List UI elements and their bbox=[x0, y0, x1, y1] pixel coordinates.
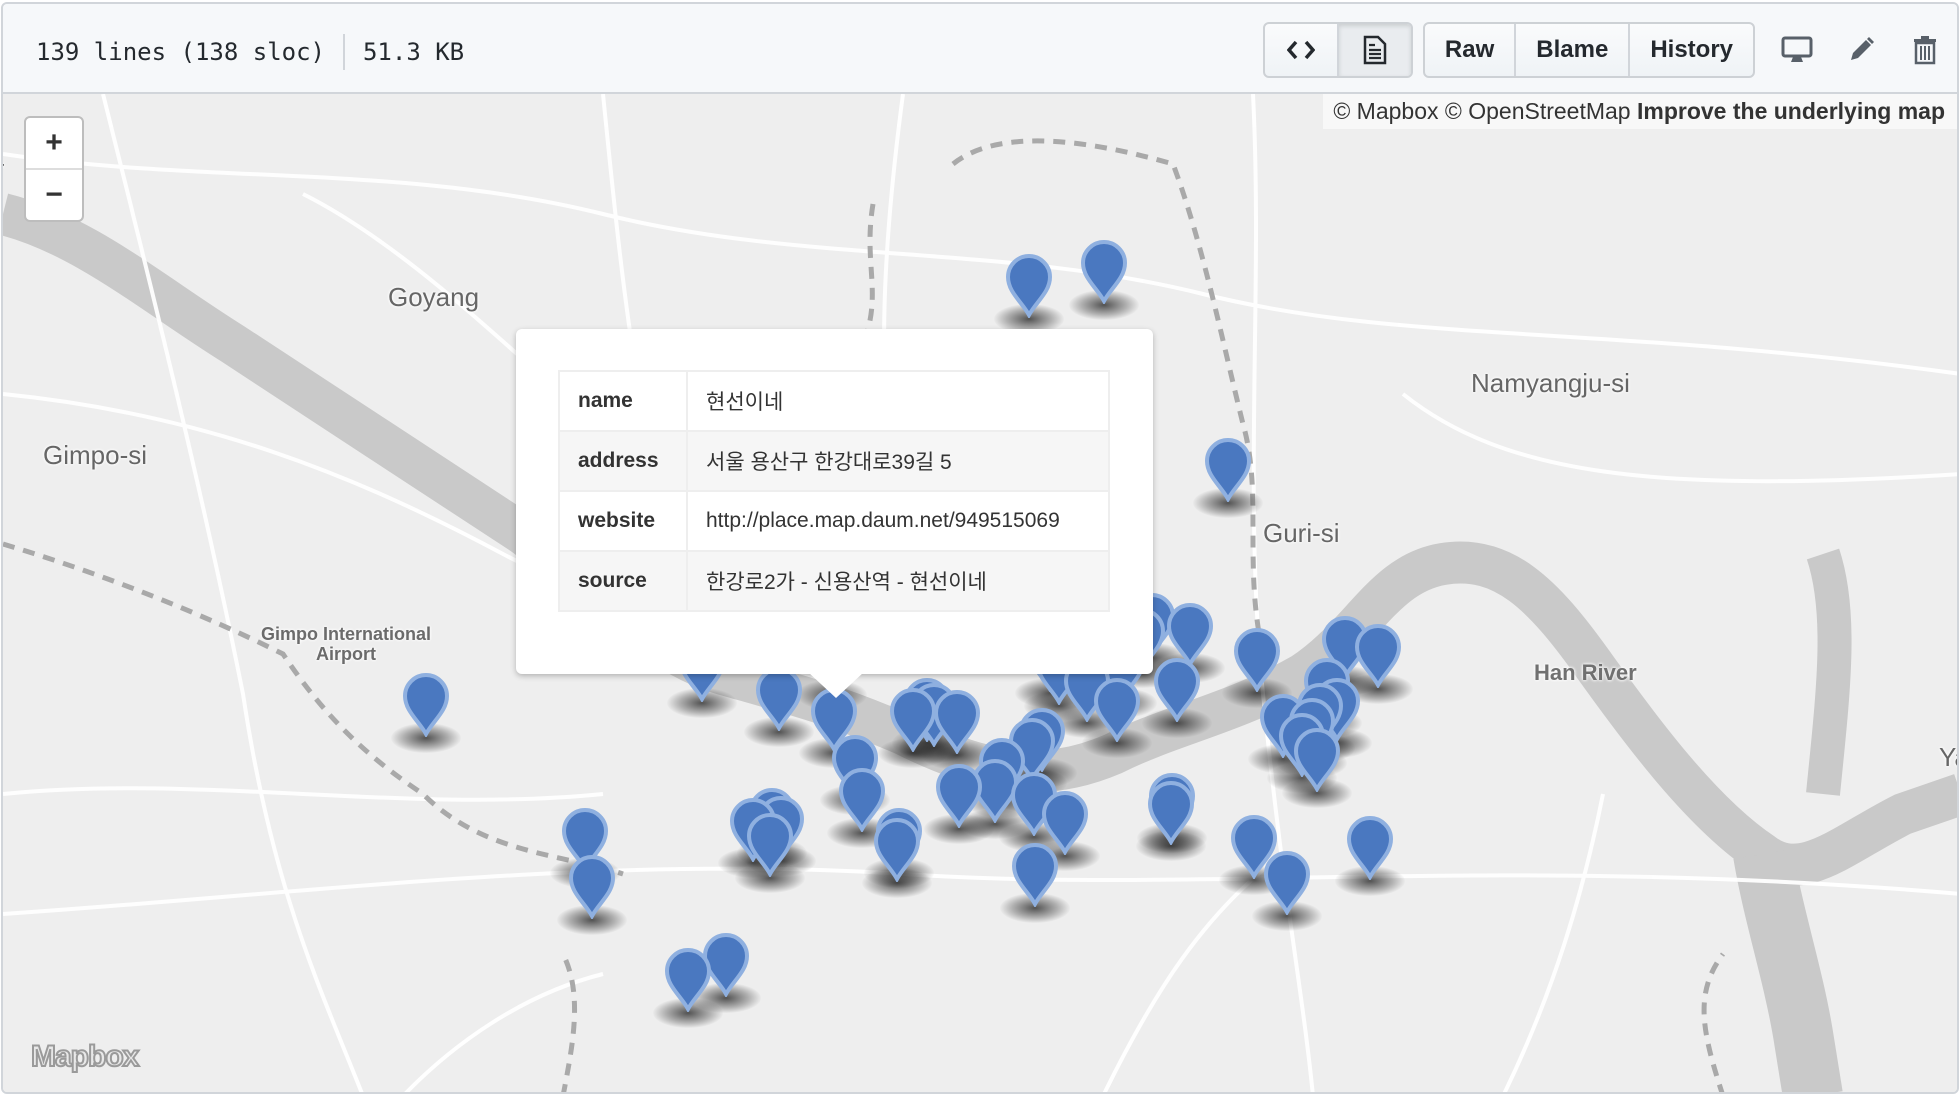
map-pin-icon bbox=[664, 948, 712, 1014]
map-pin-icon bbox=[1293, 728, 1341, 794]
blame-button[interactable]: Blame bbox=[1516, 24, 1631, 76]
file-actions: Raw Blame History bbox=[1262, 22, 1957, 78]
map-label-goyang: Goyang bbox=[388, 282, 480, 312]
feature-popup: name 현선이네 address 서울 용산구 한강대로39길 5 websi… bbox=[516, 329, 1153, 674]
property-key: name bbox=[558, 370, 688, 432]
table-row: name 현선이네 bbox=[558, 370, 1110, 432]
map-view[interactable]: r Goyang Gimpo-si Gimpo International Ai… bbox=[3, 94, 1957, 1092]
history-button[interactable]: History bbox=[1630, 24, 1753, 76]
map-marker[interactable] bbox=[567, 853, 617, 921]
map-label-namyangju: Namyangju-si bbox=[1471, 368, 1630, 398]
file-viewer: 139 lines (138 sloc) 51.3 KB Raw Blame H… bbox=[1, 2, 1959, 1094]
map-marker[interactable] bbox=[401, 671, 451, 739]
map-pin-icon bbox=[1233, 628, 1281, 694]
file-info: 139 lines (138 sloc) 51.3 KB bbox=[36, 34, 464, 70]
map-marker[interactable] bbox=[1292, 726, 1342, 794]
code-icon bbox=[1286, 40, 1315, 60]
map-marker[interactable] bbox=[1232, 626, 1282, 694]
map-pin-icon bbox=[933, 690, 981, 756]
map-pin-icon bbox=[1011, 843, 1059, 909]
raw-button[interactable]: Raw bbox=[1425, 24, 1517, 76]
trash-icon bbox=[1914, 36, 1936, 65]
edit-button[interactable] bbox=[1829, 22, 1893, 78]
table-row: source 한강로2가 - 신용산역 - 현선이네 bbox=[558, 550, 1110, 612]
source-view-button[interactable] bbox=[1265, 24, 1339, 76]
map-marker[interactable] bbox=[1079, 238, 1129, 306]
property-value: 한강로2가 - 신용산역 - 현선이네 bbox=[686, 550, 1110, 612]
map-marker[interactable] bbox=[663, 946, 713, 1014]
map-pin-icon bbox=[755, 667, 803, 733]
map-pin-icon bbox=[873, 818, 921, 884]
table-row: address 서울 용산구 한강대로39길 5 bbox=[558, 430, 1110, 492]
property-key: website bbox=[558, 490, 688, 552]
file-buttons: Raw Blame History bbox=[1422, 22, 1755, 78]
map-marker[interactable] bbox=[745, 811, 795, 879]
map-pin-icon bbox=[1346, 816, 1394, 882]
feature-properties-table: name 현선이네 address 서울 용산구 한강대로39길 5 websi… bbox=[558, 370, 1110, 612]
map-marker[interactable] bbox=[1010, 841, 1060, 909]
map-label-gimpo: Gimpo-si bbox=[43, 440, 148, 470]
map-marker[interactable] bbox=[1146, 779, 1196, 847]
property-value: 서울 용산구 한강대로39길 5 bbox=[686, 430, 1110, 492]
property-key: source bbox=[558, 550, 688, 612]
map-pin-icon bbox=[1005, 254, 1053, 320]
map-pin-icon bbox=[746, 813, 794, 879]
property-value: http://place.map.daum.net/949515069 bbox=[686, 490, 1110, 552]
popup-tip bbox=[808, 672, 864, 698]
desktop-button[interactable] bbox=[1765, 22, 1829, 78]
map-marker[interactable] bbox=[932, 688, 982, 756]
map-pin-icon bbox=[1263, 851, 1311, 917]
zoom-out-button[interactable]: − bbox=[26, 168, 82, 220]
map-label-airport: Gimpo International Airport bbox=[261, 624, 431, 664]
mapbox-attribution-link[interactable]: © Mapbox bbox=[1333, 98, 1438, 124]
improve-map-link[interactable]: Improve the underlying map bbox=[1637, 98, 1945, 124]
zoom-control: + − bbox=[24, 116, 84, 222]
map-marker[interactable] bbox=[888, 686, 938, 754]
map-label-edge-left: r bbox=[3, 156, 4, 182]
mapbox-logo[interactable]: Mapbox bbox=[30, 1039, 140, 1074]
file-icon bbox=[1363, 35, 1387, 65]
delete-button[interactable] bbox=[1893, 22, 1957, 78]
property-key: address bbox=[558, 430, 688, 492]
map-marker[interactable] bbox=[1004, 252, 1054, 320]
desktop-icon bbox=[1781, 36, 1813, 62]
map-marker[interactable] bbox=[872, 816, 922, 884]
map-marker[interactable] bbox=[934, 762, 984, 830]
map-pin-icon bbox=[402, 673, 450, 739]
file-size: 51.3 KB bbox=[362, 38, 465, 66]
map-pin-icon bbox=[1153, 658, 1201, 724]
airport-label-line2: Airport bbox=[316, 644, 376, 664]
map-marker[interactable] bbox=[1092, 676, 1142, 744]
map-marker[interactable] bbox=[1345, 814, 1395, 882]
map-pin-icon bbox=[1204, 438, 1252, 504]
map-pin-icon bbox=[568, 855, 616, 921]
map-pin-icon bbox=[1093, 678, 1141, 744]
map-pin-icon bbox=[1147, 781, 1195, 847]
rendered-view-button[interactable] bbox=[1338, 24, 1411, 76]
map-pin-icon bbox=[889, 688, 937, 754]
line-count: 139 lines (138 sloc) bbox=[36, 38, 325, 66]
view-toggle bbox=[1262, 22, 1413, 78]
file-header: 139 lines (138 sloc) 51.3 KB Raw Blame H… bbox=[3, 4, 1957, 94]
osm-attribution-link[interactable]: © OpenStreetMap bbox=[1445, 98, 1631, 124]
map-pin-icon bbox=[935, 764, 983, 830]
map-label-guri: Guri-si bbox=[1263, 518, 1340, 548]
table-row: website http://place.map.daum.net/949515… bbox=[558, 490, 1110, 552]
zoom-in-button[interactable]: + bbox=[26, 118, 82, 168]
divider bbox=[342, 34, 345, 70]
airport-label-line1: Gimpo International bbox=[261, 624, 432, 644]
map-marker[interactable] bbox=[1262, 849, 1312, 917]
map-label-edge-right: Ya bbox=[1939, 742, 1957, 772]
map-pin-icon bbox=[1080, 240, 1128, 306]
property-value: 현선이네 bbox=[686, 370, 1110, 432]
map-marker[interactable] bbox=[1203, 436, 1253, 504]
pencil-icon bbox=[1851, 37, 1874, 60]
map-attribution: © Mapbox © OpenStreetMap Improve the und… bbox=[1323, 94, 1957, 129]
map-label-han-river: Han River bbox=[1534, 660, 1637, 685]
map-marker[interactable] bbox=[754, 665, 804, 733]
map-marker[interactable] bbox=[1152, 656, 1202, 724]
